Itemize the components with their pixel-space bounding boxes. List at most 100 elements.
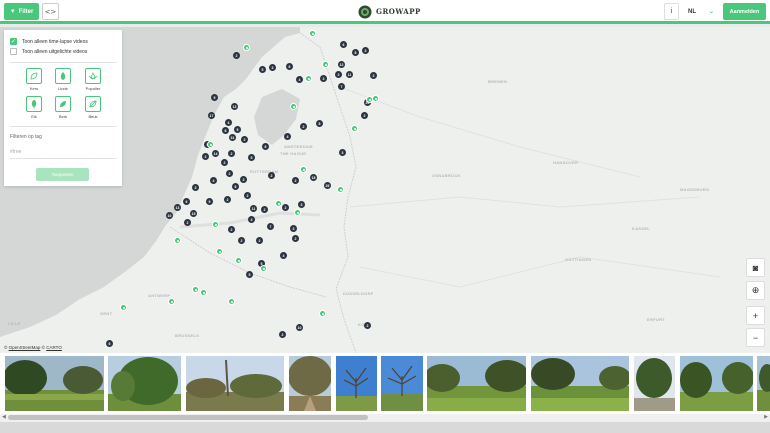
cluster-marker[interactable]: 4: [284, 133, 291, 140]
cluster-marker[interactable]: 9: [211, 94, 218, 101]
cluster-marker[interactable]: 2: [228, 226, 235, 233]
cluster-marker[interactable]: 2: [282, 204, 289, 211]
cluster-marker[interactable]: 2: [292, 177, 299, 184]
video-thumbnail[interactable]: [108, 356, 181, 411]
zoom-in-button[interactable]: +: [746, 306, 765, 325]
cluster-marker[interactable]: 3: [240, 176, 247, 183]
featured-checkbox[interactable]: [10, 48, 17, 55]
scroll-left-icon[interactable]: ◀: [2, 414, 6, 420]
cluster-marker[interactable]: 4: [280, 252, 287, 259]
cluster-marker[interactable]: 2: [292, 235, 299, 242]
cluster-marker[interactable]: 2: [279, 331, 286, 338]
zoom-out-button[interactable]: −: [746, 328, 765, 347]
video-marker[interactable]: [275, 200, 282, 207]
cluster-marker[interactable]: 2: [268, 172, 275, 179]
camera-button[interactable]: ◙: [746, 258, 765, 277]
cluster-marker[interactable]: 2: [202, 153, 209, 160]
filter-button[interactable]: ▼ Filter: [4, 3, 39, 20]
video-marker[interactable]: [168, 298, 175, 305]
video-thumbnail[interactable]: [186, 356, 284, 411]
cluster-marker[interactable]: 31: [229, 134, 236, 141]
cluster-marker[interactable]: 4: [296, 76, 303, 83]
cluster-marker[interactable]: 2: [364, 322, 371, 329]
tag-input[interactable]: #tree: [10, 149, 117, 159]
cluster-marker[interactable]: 2: [300, 123, 307, 130]
cluster-marker[interactable]: 2: [224, 196, 231, 203]
video-thumbnail[interactable]: [381, 356, 423, 411]
cluster-marker[interactable]: 12: [338, 61, 345, 68]
cluster-marker[interactable]: 2: [238, 237, 245, 244]
tree-filter-berk[interactable]: Berk: [53, 96, 73, 119]
video-marker[interactable]: [212, 221, 219, 228]
cluster-marker[interactable]: 13: [231, 103, 238, 110]
tree-filter-kers[interactable]: Kers: [24, 68, 44, 91]
video-marker[interactable]: [322, 61, 329, 68]
cluster-marker[interactable]: 10: [296, 324, 303, 331]
timelapse-checkbox[interactable]: ✓: [10, 38, 17, 45]
cluster-marker[interactable]: 8: [352, 49, 359, 56]
video-thumbnail[interactable]: [336, 356, 377, 411]
cluster-marker[interactable]: 3: [320, 75, 327, 82]
video-marker[interactable]: [260, 265, 267, 272]
video-marker[interactable]: [216, 248, 223, 255]
cluster-marker[interactable]: 5: [259, 66, 266, 73]
tree-filter-eik[interactable]: Eik: [24, 96, 44, 119]
cluster-marker[interactable]: 6: [340, 41, 347, 48]
cluster-marker[interactable]: 4: [248, 216, 255, 223]
video-marker[interactable]: [290, 103, 297, 110]
video-marker[interactable]: [305, 75, 312, 82]
cluster-marker[interactable]: 6: [106, 340, 113, 347]
video-marker[interactable]: [300, 166, 307, 173]
cluster-marker[interactable]: 2: [228, 150, 235, 157]
cluster-marker[interactable]: 13: [174, 204, 181, 211]
video-thumbnail[interactable]: [5, 356, 104, 411]
video-marker[interactable]: [243, 44, 250, 51]
cluster-marker[interactable]: 8: [316, 120, 323, 127]
cluster-marker[interactable]: 6: [183, 198, 190, 205]
video-marker[interactable]: [192, 286, 199, 293]
cluster-marker[interactable]: 15: [190, 210, 197, 217]
cluster-marker[interactable]: 3: [298, 201, 305, 208]
cluster-marker[interactable]: 6: [262, 143, 269, 150]
cluster-marker[interactable]: 3: [290, 225, 297, 232]
video-marker[interactable]: [319, 310, 326, 317]
scroll-right-icon[interactable]: ▶: [764, 414, 768, 420]
cluster-marker[interactable]: 10: [166, 212, 173, 219]
cluster-marker[interactable]: 6: [232, 183, 239, 190]
video-marker[interactable]: [235, 257, 242, 264]
video-thumbnail[interactable]: [680, 356, 753, 411]
cluster-marker[interactable]: 2: [241, 136, 248, 143]
code-toggle-button[interactable]: <>: [42, 3, 59, 20]
cluster-marker[interactable]: 2: [226, 170, 233, 177]
cluster-marker[interactable]: 3: [362, 47, 369, 54]
tree-filter-beuk[interactable]: Beuk: [83, 96, 103, 119]
video-thumbnail[interactable]: [427, 356, 526, 411]
cluster-marker[interactable]: 7: [267, 223, 274, 230]
cluster-marker[interactable]: 3: [192, 184, 199, 191]
scroll-thumb[interactable]: [8, 415, 368, 420]
cluster-marker[interactable]: 7: [338, 83, 345, 90]
video-marker[interactable]: [207, 141, 214, 148]
video-marker[interactable]: [228, 298, 235, 305]
cluster-marker[interactable]: 11: [346, 71, 353, 78]
featured-checkbox-row[interactable]: Toon alleen uitgelichte videos: [10, 48, 87, 55]
info-button[interactable]: i: [664, 3, 679, 20]
tree-filter-linde[interactable]: Linde: [53, 68, 73, 91]
osm-link[interactable]: OpenStreetMap: [9, 345, 41, 350]
cluster-marker[interactable]: 2: [221, 159, 228, 166]
cluster-marker[interactable]: 2: [256, 237, 263, 244]
video-marker[interactable]: [372, 95, 379, 102]
gallery-scrollbar[interactable]: ◀ ▶: [0, 414, 770, 422]
cluster-marker[interactable]: 9: [206, 198, 213, 205]
video-thumbnail[interactable]: [634, 356, 675, 411]
cluster-marker[interactable]: 14: [212, 150, 219, 157]
video-marker[interactable]: [200, 289, 207, 296]
locate-button[interactable]: ⊕: [746, 281, 765, 300]
tree-filter-populier[interactable]: Populier: [83, 68, 103, 91]
language-select[interactable]: NL ⌄: [684, 3, 718, 20]
cluster-marker[interactable]: 26: [324, 182, 331, 189]
cluster-marker[interactable]: 5: [234, 126, 241, 133]
video-thumbnail[interactable]: [531, 356, 629, 411]
cluster-marker[interactable]: 2: [184, 219, 191, 226]
cluster-marker[interactable]: 2: [261, 206, 268, 213]
